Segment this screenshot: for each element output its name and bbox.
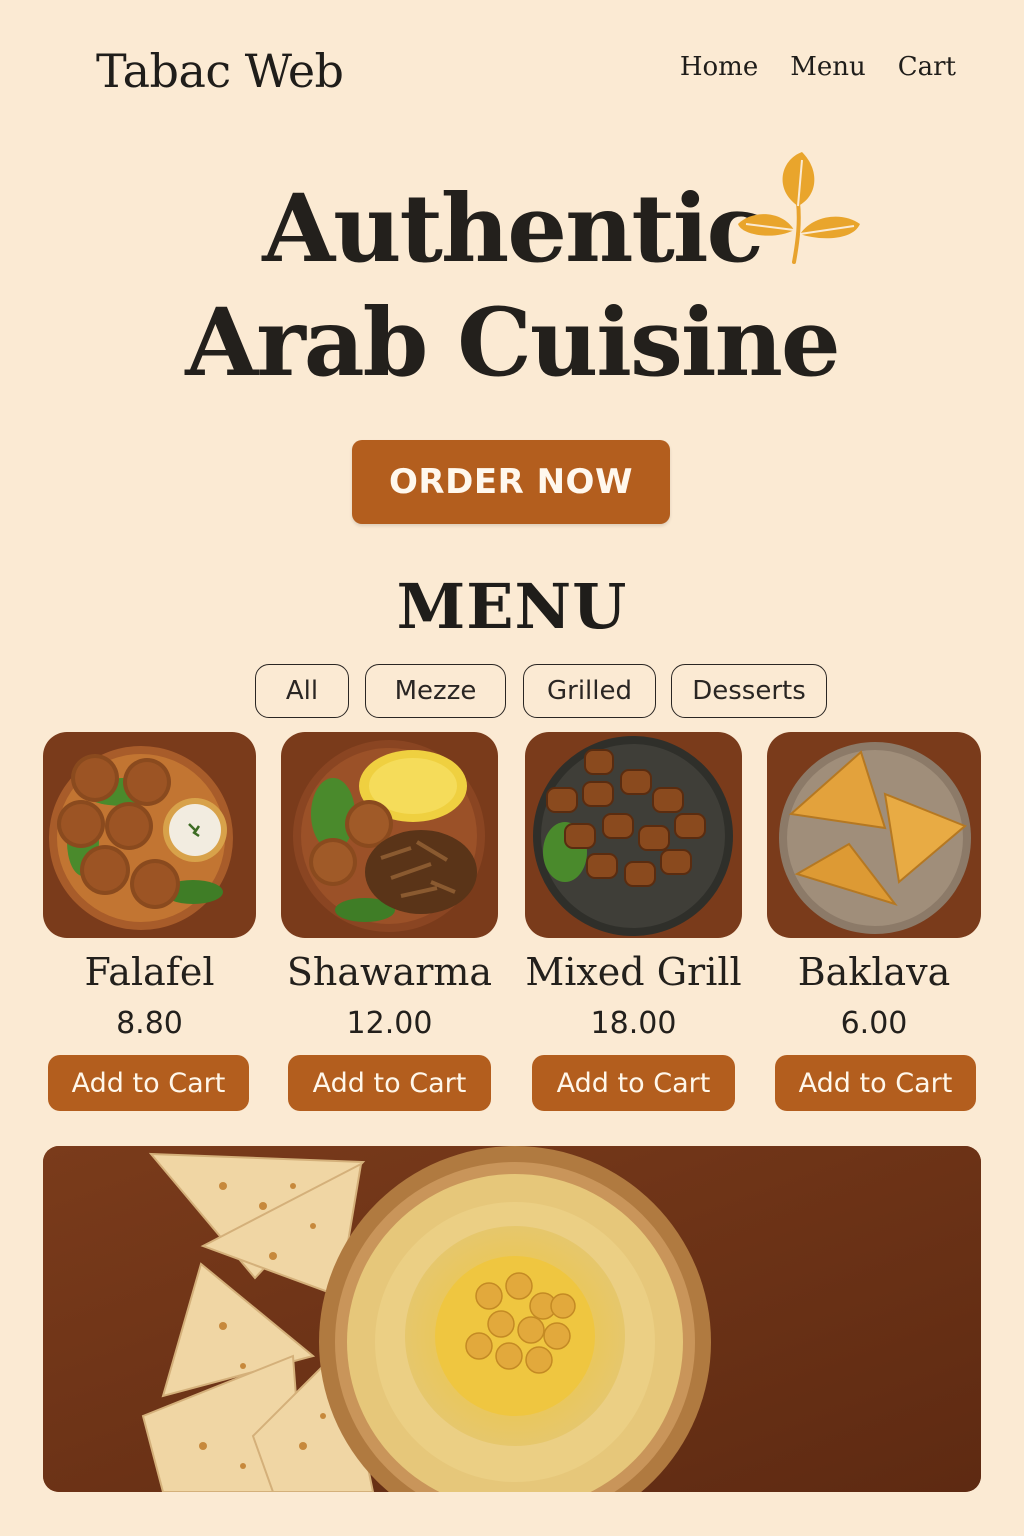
add-to-cart-mixed-grill[interactable]: Add to Cart: [532, 1055, 735, 1111]
item-price-falafel: 8.80: [116, 1006, 183, 1041]
hero-title-line2: Arab Cuisine: [185, 288, 840, 398]
item-price-baklava: 6.00: [840, 1006, 908, 1041]
filter-mezze[interactable]: Mezze: [365, 664, 506, 718]
add-to-cart-baklava[interactable]: Add to Cart: [775, 1055, 976, 1111]
item-price-mixed-grill: 18.00: [590, 1006, 677, 1041]
filter-desserts[interactable]: Desserts: [671, 664, 827, 718]
mixed-grill-image[interactable]: [525, 732, 742, 938]
hummus-banner-image: [43, 1146, 981, 1492]
top-nav: Home Menu Cart: [680, 52, 956, 82]
falafel-image[interactable]: [43, 732, 256, 938]
brand-logo[interactable]: Tabac Web: [96, 44, 344, 98]
hero-title-line1: Authentic: [262, 174, 764, 284]
leaf-icon: [738, 152, 860, 264]
add-to-cart-shawarma[interactable]: Add to Cart: [288, 1055, 491, 1111]
item-name-falafel: Falafel: [84, 950, 215, 994]
menu-title: MENU: [396, 570, 628, 643]
item-price-shawarma: 12.00: [346, 1006, 433, 1041]
baklava-image[interactable]: [767, 732, 981, 938]
nav-cart[interactable]: Cart: [898, 52, 956, 82]
nav-menu[interactable]: Menu: [790, 52, 866, 82]
item-name-shawarma: Shawarma: [286, 950, 493, 994]
nav-home[interactable]: Home: [680, 52, 758, 82]
order-now-button[interactable]: ORDER NOW: [352, 440, 670, 524]
item-name-mixed-grill: Mixed Grill: [525, 950, 742, 994]
filter-grilled[interactable]: Grilled: [523, 664, 656, 718]
item-name-baklava: Baklava: [797, 950, 951, 994]
add-to-cart-falafel[interactable]: Add to Cart: [48, 1055, 249, 1111]
hero-title: Authentic Arab Cuisine: [0, 172, 1024, 400]
shawarma-image[interactable]: [281, 732, 498, 938]
filter-all[interactable]: All: [255, 664, 349, 718]
